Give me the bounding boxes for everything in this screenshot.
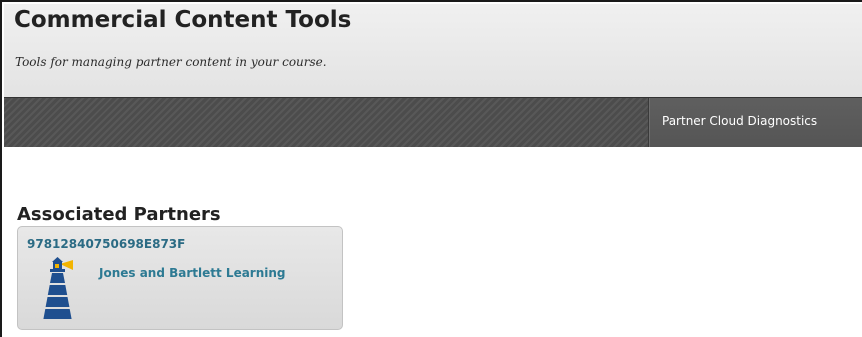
partner-cloud-diagnostics-button[interactable]: Partner Cloud Diagnostics: [648, 98, 862, 147]
page-header: Commercial Content Tools Tools for manag…: [4, 4, 862, 98]
partner-card[interactable]: 97812840750698E873F Jones and Bartlett L…: [17, 226, 343, 330]
partner-cloud-diagnostics-label: Partner Cloud Diagnostics: [662, 114, 818, 128]
partner-id: 97812840750698E873F: [27, 237, 186, 251]
page-subtitle: Tools for managing partner content in yo…: [15, 55, 327, 69]
page-title: Commercial Content Tools: [14, 7, 352, 33]
action-bar: Partner Cloud Diagnostics: [4, 97, 862, 147]
partner-name-link[interactable]: Jones and Bartlett Learning: [99, 266, 286, 280]
associated-partners-heading: Associated Partners: [17, 204, 221, 225]
page-frame: Commercial Content Tools Tools for manag…: [0, 0, 862, 337]
lighthouse-icon: [43, 257, 73, 319]
